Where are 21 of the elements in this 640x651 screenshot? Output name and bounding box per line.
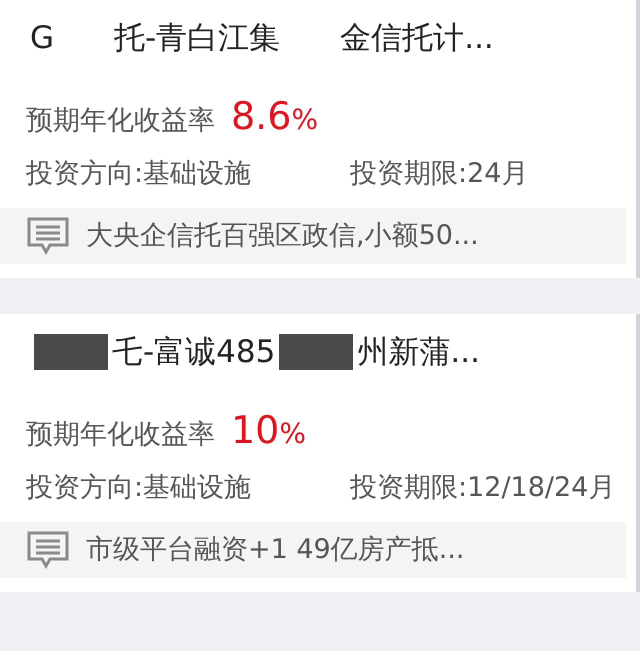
message-icon (26, 216, 70, 256)
rate-label: 预期年化收益率 (26, 418, 215, 452)
rate-value: 8.6 (231, 93, 292, 140)
rate-label: 预期年化收益率 (26, 104, 215, 138)
product-card[interactable]: G 托-青白江集 金信托计... 预期年化收益率 8.6% 投资方向:基础设施 投资期限:24月 大央企信托百强区政信,小额50... (0, 0, 640, 278)
rate-value: 10 (231, 407, 280, 454)
product-title: 乇-富诚485 (112, 332, 276, 372)
investment-term: 投资期限:24月 (350, 156, 528, 191)
product-title: 州新蒲... (357, 332, 480, 372)
product-title: 金信托计... (340, 18, 494, 58)
note-text: 大央企信托百强区政信,小额50... (86, 218, 479, 253)
note-text: 市级平台融资+1 49亿房产抵... (86, 532, 464, 567)
product-title: G (30, 18, 54, 58)
rate-unit: % (279, 416, 306, 452)
investment-term: 投资期限:12/18/24月 (350, 470, 616, 505)
investment-direction: 投资方向:基础设施 (26, 470, 252, 505)
product-card[interactable]: 乇-富诚485 州新蒲... 预期年化收益率 10% 投资方向:基础设施 投资期限:12/18/24月 市级平台融资+1 49亿房产抵... (0, 314, 640, 592)
message-icon (26, 530, 70, 570)
rate-unit: % (291, 102, 318, 138)
investment-direction: 投资方向:基础设施 (26, 156, 252, 191)
product-title: 托-青白江集 (114, 18, 280, 58)
